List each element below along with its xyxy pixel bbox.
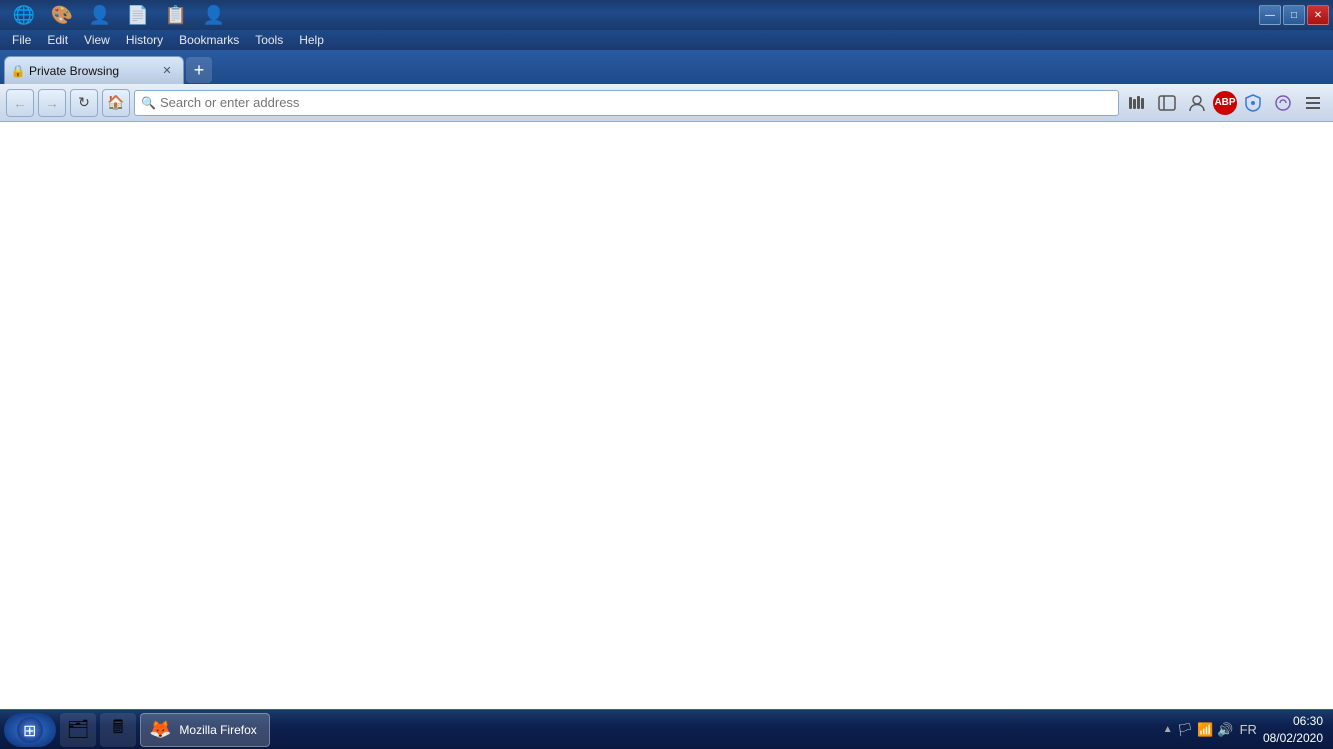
sys-tray: ▲ 🏳 📶 🔊 [1163, 722, 1234, 738]
menu-history[interactable]: History [118, 30, 171, 50]
hamburger-icon [1304, 94, 1322, 112]
window-controls: — □ ✕ [1259, 5, 1329, 25]
new-tab-button[interactable]: + [186, 57, 212, 83]
main-content [0, 122, 1333, 709]
taskbar-calculator[interactable]: 🖩 [100, 713, 136, 747]
pinned-icon-person2[interactable]: 👤 [200, 1, 228, 29]
taskbar-firefox[interactable]: 🦊 Mozilla Firefox [140, 713, 270, 747]
library-icon [1128, 94, 1146, 112]
menu-bar: File Edit View History Bookmarks Tools H… [0, 30, 1333, 50]
tab-bar: 🔒 Private Browsing ✕ + [0, 50, 1333, 84]
library-button[interactable] [1123, 89, 1151, 117]
account-icon [1188, 94, 1206, 112]
expand-tray-button[interactable]: ▲ [1163, 724, 1173, 735]
language-indicator[interactable]: FR [1240, 722, 1257, 737]
title-bar: 🌐 🎨 👤 📄 📋 👤 — □ ✕ [0, 0, 1333, 30]
close-button[interactable]: ✕ [1307, 5, 1329, 25]
sidebar-button[interactable] [1153, 89, 1181, 117]
private-browsing-icon-button[interactable] [1269, 89, 1297, 117]
clock-time: 06:30 [1263, 713, 1323, 730]
calculator-icon: 🖩 [113, 715, 124, 745]
clock-date: 08/02/2020 [1263, 730, 1323, 747]
tab-label: Private Browsing [29, 64, 155, 78]
back-button[interactable]: ← [6, 89, 34, 117]
start-button[interactable]: ⊞ [4, 713, 56, 747]
shield-icon [1244, 94, 1262, 112]
forward-button[interactable]: → [38, 89, 66, 117]
network-tray-icon[interactable]: 📶 [1197, 722, 1213, 738]
address-bar-input[interactable] [160, 95, 1112, 110]
pinned-icon-person[interactable]: 👤 [86, 1, 114, 29]
private-browsing-icon [1274, 94, 1292, 112]
taskbar-right: ▲ 🏳 📶 🔊 FR 06:30 08/02/2020 [1163, 713, 1329, 747]
minimize-button[interactable]: — [1259, 5, 1281, 25]
taskbar: ⊞ 🗂 🖩 🦊 Mozilla Firefox ▲ 🏳 📶 🔊 FR 06:30… [0, 709, 1333, 749]
title-bar-left: 🌐 🎨 👤 📄 📋 👤 [4, 1, 234, 29]
firefox-taskbar-icon: 🦊 [149, 719, 171, 740]
toolbar-right: ABP [1123, 89, 1327, 117]
menu-edit[interactable]: Edit [39, 30, 76, 50]
abp-button[interactable]: ABP [1213, 91, 1237, 115]
pinned-taskbar-icons: 🌐 🎨 👤 📄 📋 👤 [4, 1, 234, 29]
taskbar-filezilla[interactable]: 🗂 [60, 713, 96, 747]
tracking-protection-button[interactable] [1239, 89, 1267, 117]
open-menu-button[interactable] [1299, 89, 1327, 117]
system-clock: 06:30 08/02/2020 [1263, 713, 1323, 747]
nav-bar: ← → ↻ 🏠 🔍 [0, 84, 1333, 122]
menu-view[interactable]: View [76, 30, 118, 50]
svg-text:⊞: ⊞ [23, 723, 36, 740]
account-button[interactable] [1183, 89, 1211, 117]
menu-tools[interactable]: Tools [247, 30, 291, 50]
flag-tray-icon[interactable]: 🏳 [1177, 722, 1194, 738]
sidebar-icon [1158, 94, 1176, 112]
menu-bookmarks[interactable]: Bookmarks [171, 30, 247, 50]
windows-logo-icon: ⊞ [16, 716, 44, 744]
active-tab[interactable]: 🔒 Private Browsing ✕ [4, 56, 184, 84]
reload-button[interactable]: ↻ [70, 89, 98, 117]
search-icon: 🔍 [141, 96, 156, 110]
tab-close-button[interactable]: ✕ [159, 63, 175, 79]
maximize-button[interactable]: □ [1283, 5, 1305, 25]
pinned-icon-doc1[interactable]: 📄 [124, 1, 152, 29]
pinned-icon-doc2[interactable]: 📋 [162, 1, 190, 29]
menu-help[interactable]: Help [291, 30, 332, 50]
pinned-icon-paint[interactable]: 🎨 [48, 1, 76, 29]
address-bar-container: 🔍 [134, 90, 1119, 116]
firefox-taskbar-label: Mozilla Firefox [175, 723, 260, 737]
filezilla-icon: 🗂 [67, 719, 90, 740]
tab-favicon: 🔒 [11, 64, 25, 78]
pinned-icon-globe[interactable]: 🌐 [10, 1, 38, 29]
menu-file[interactable]: File [4, 30, 39, 50]
volume-tray-icon[interactable]: 🔊 [1217, 722, 1233, 738]
home-button[interactable]: 🏠 [102, 89, 130, 117]
